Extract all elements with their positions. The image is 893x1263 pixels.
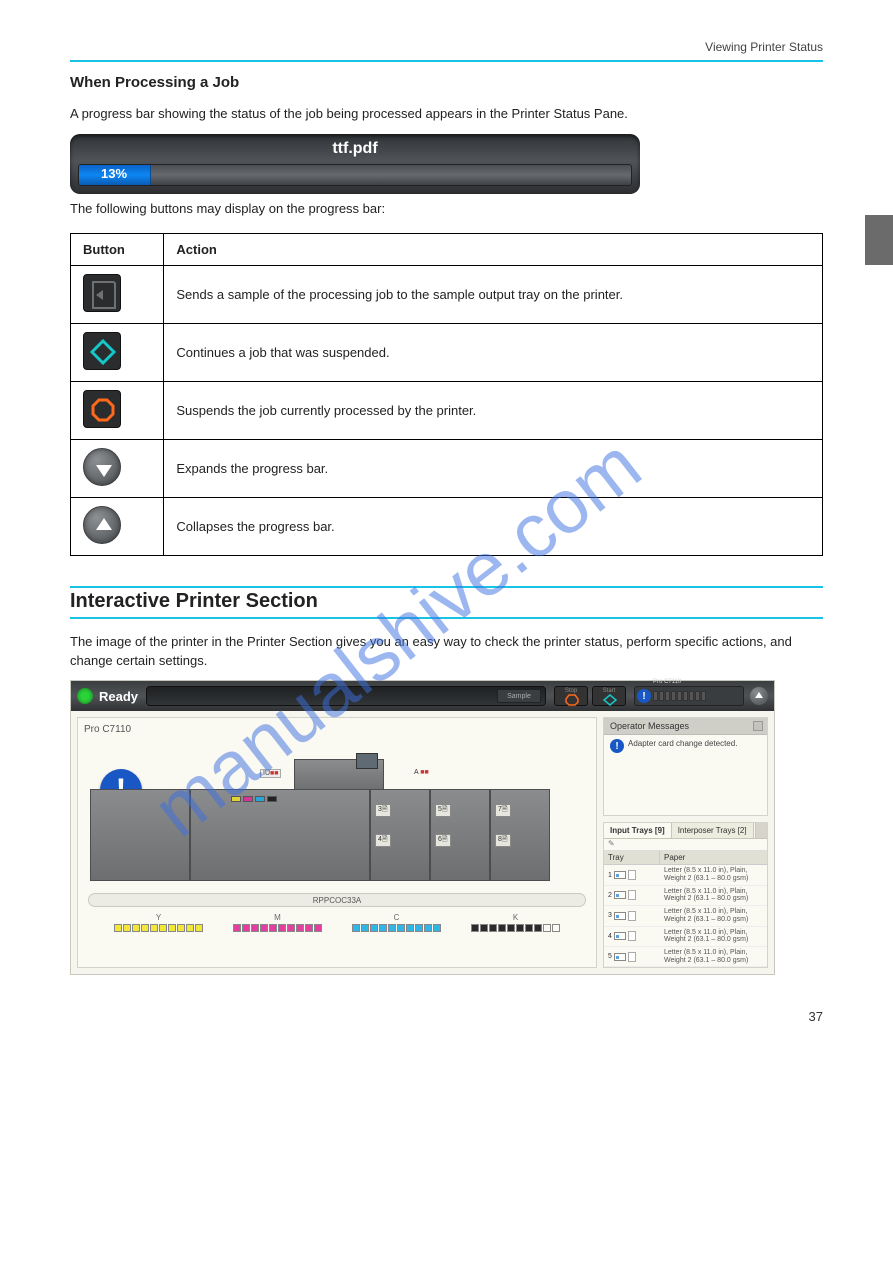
table-intro: The following buttons may display on the… — [70, 200, 823, 219]
start-icon — [83, 332, 121, 370]
model-bar: RPPCOC33A — [88, 893, 586, 907]
progress-bar: ttf.pdf 13% — [70, 134, 640, 194]
topbar-job-area: Sample — [146, 686, 546, 706]
toner-c: C — [352, 913, 441, 932]
alert-icon: ! — [637, 689, 651, 703]
sheet-icon — [628, 931, 636, 941]
trays-card: Input Trays [9] Interposer Trays [2] ✎ T… — [603, 822, 768, 968]
operator-messages-header: Operator Messages — [604, 718, 767, 735]
row-sample-action: Sends a sample of the processing job to … — [164, 265, 823, 323]
expand-up-icon[interactable] — [750, 687, 768, 705]
buttons-table: Button Action Sends a sample of the proc… — [70, 233, 823, 556]
section2-para: The image of the printer in the Printer … — [70, 633, 823, 671]
sheet-icon — [628, 911, 636, 921]
th-button: Button — [71, 233, 164, 265]
engine-unit — [190, 789, 370, 881]
tray-row[interactable]: 3 Letter (8.5 x 11.0 in), Plain, Weight … — [604, 906, 767, 926]
printer-screenshot: Ready Sample Stop Start Pro C7110 ! — [70, 680, 775, 975]
th-paper: Paper — [660, 851, 767, 864]
a-label: A ■■ — [414, 769, 429, 776]
tray-badge: 5🗎 — [435, 804, 451, 817]
sheet-icon — [628, 870, 636, 880]
panel-expand-icon[interactable] — [753, 721, 763, 731]
status-text: Ready — [99, 689, 138, 704]
topbar: Ready Sample Stop Start Pro C7110 ! — [71, 681, 774, 711]
tray-badge: 8🗎 — [495, 834, 511, 847]
sheet-icon — [628, 952, 636, 962]
tray-row[interactable]: 1 Letter (8.5 x 11.0 in), Plain, Weight … — [604, 865, 767, 885]
tray-badge: 3🗎 — [375, 804, 391, 817]
feeder-3: 7🗎 8🗎 — [490, 789, 550, 881]
toner-y: Y — [114, 913, 203, 932]
toner-m: M — [233, 913, 322, 932]
iu-label: IU■■ — [260, 769, 281, 778]
printer-panel-icon — [356, 753, 378, 769]
printer-card-title: Pro C7110 — [84, 724, 590, 735]
collapse-icon — [83, 506, 121, 544]
section-divider: Interactive Printer Section — [70, 586, 823, 619]
row-start-action: Continues a job that was suspended. — [164, 323, 823, 381]
tab-input-trays[interactable]: Input Trays [9] — [604, 823, 672, 838]
tray-row[interactable]: 2 Letter (8.5 x 11.0 in), Plain, Weight … — [604, 886, 767, 906]
tray-level-icon — [614, 871, 626, 879]
stop-icon — [83, 390, 121, 428]
context-grid — [653, 691, 706, 701]
tray-badge: 6🗎 — [435, 834, 451, 847]
tab-interposer-trays[interactable]: Interposer Trays [2] — [672, 823, 754, 838]
operator-message: Adapter card change detected. — [628, 739, 737, 811]
finisher-unit — [90, 789, 190, 881]
context-panel[interactable]: Pro C7110 ! — [634, 686, 744, 706]
tray-level-icon — [614, 912, 626, 920]
tray-badge: 4🗎 — [375, 834, 391, 847]
context-label: Pro C7110 — [653, 679, 681, 685]
th-tray: Tray — [604, 851, 660, 864]
tray-badge: 7🗎 — [495, 804, 511, 817]
row-stop-action: Suspends the job currently processed by … — [164, 381, 823, 439]
row-collapse-action: Collapses the progress bar. — [164, 497, 823, 555]
th-action: Action — [164, 233, 823, 265]
edit-row[interactable]: ✎ — [604, 839, 767, 851]
printer-body: 3🗎 4🗎 5🗎 6🗎 7🗎 8🗎 — [90, 789, 584, 881]
info-icon: ! — [610, 739, 624, 753]
section-title-interactive: Interactive Printer Section — [70, 590, 823, 613]
operator-messages-card: Operator Messages ! Adapter card change … — [603, 717, 768, 816]
toner-k: K — [471, 913, 560, 932]
page-header: Viewing Printer Status — [70, 40, 823, 54]
expand-icon — [83, 448, 121, 486]
sheet-icon — [628, 890, 636, 900]
side-page-tab — [865, 215, 893, 265]
printer-diagram[interactable]: ! IU■■ A ■■ — [84, 739, 590, 889]
panel-expand-icon[interactable] — [755, 823, 767, 838]
tray-level-icon — [614, 932, 626, 940]
sample-button[interactable]: Sample — [497, 689, 541, 703]
section1-para: A progress bar showing the status of the… — [70, 105, 823, 124]
tray-row[interactable]: 4 Letter (8.5 x 11.0 in), Plain, Weight … — [604, 927, 767, 947]
feeder-1: 3🗎 4🗎 — [370, 789, 430, 881]
start-button[interactable]: Start — [592, 686, 626, 706]
row-expand-action: Expands the progress bar. — [164, 439, 823, 497]
feeder-2: 5🗎 6🗎 — [430, 789, 490, 881]
section-title-processing: When Processing a Job — [70, 74, 823, 91]
status-led-icon — [77, 688, 93, 704]
stop-button[interactable]: Stop — [554, 686, 588, 706]
sample-icon — [83, 274, 121, 312]
progress-filename: ttf.pdf — [78, 140, 632, 158]
header-rule — [70, 60, 823, 62]
tray-level-icon — [614, 891, 626, 899]
tray-level-icon — [614, 953, 626, 961]
printer-card: Pro C7110 ! IU■■ A ■■ — [77, 717, 597, 968]
progress-track: 13% — [78, 164, 632, 186]
toner-row: Y M C K — [84, 909, 590, 934]
progress-percent: 13% — [101, 166, 127, 181]
page-number: 37 — [70, 1009, 823, 1024]
tray-row[interactable]: 5 Letter (8.5 x 11.0 in), Plain, Weight … — [604, 947, 767, 967]
